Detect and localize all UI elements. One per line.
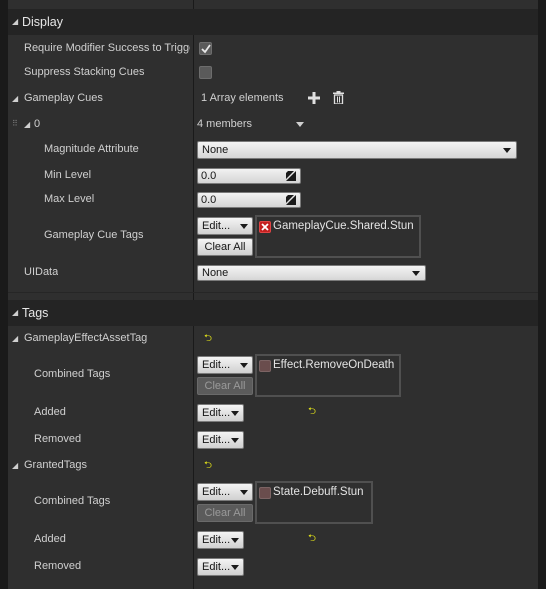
min-level-input[interactable]: 0.0: [197, 168, 301, 184]
gameplay-cues-label: Gameplay Cues: [24, 92, 103, 104]
expand-arrow-icon[interactable]: ◢: [24, 120, 30, 129]
edit-removed-button[interactable]: Edit...: [197, 558, 244, 576]
chevron-down-icon: [503, 148, 511, 153]
edit-added-button[interactable]: Edit...: [197, 404, 244, 422]
require-modifier-checkbox[interactable]: [199, 42, 212, 55]
chevron-down-icon: [231, 565, 239, 570]
reset-to-default-icon[interactable]: ⮌: [308, 407, 316, 417]
clear-tag-icon[interactable]: [259, 221, 271, 233]
uidata-combo[interactable]: None: [197, 265, 426, 281]
suppress-stacking-label: Suppress Stacking Cues: [24, 66, 145, 78]
checkmark-icon: [201, 44, 211, 54]
edit-tags-button[interactable]: Edit...: [197, 356, 253, 374]
edit-tags-button[interactable]: Edit...: [197, 483, 253, 501]
expand-arrow-icon[interactable]: ◢: [12, 334, 18, 343]
expand-arrow-icon[interactable]: ◢: [12, 461, 18, 470]
value-slider-icon[interactable]: [286, 195, 296, 205]
max-level-label: Max Level: [44, 193, 95, 205]
clear-all-button[interactable]: Clear All: [197, 504, 253, 522]
chevron-down-icon: [240, 490, 248, 495]
granted-tags-label: GrantedTags: [24, 459, 87, 471]
clear-tag-icon: [259, 487, 271, 499]
magnitude-attribute-label: Magnitude Attribute: [44, 143, 139, 155]
button-label: Clear All: [204, 380, 246, 392]
chevron-down-icon: [240, 224, 248, 229]
reset-to-default-icon[interactable]: ⮌: [308, 534, 316, 544]
expand-arrow-icon: ◢: [12, 308, 19, 317]
max-level-input[interactable]: 0.0: [197, 192, 301, 208]
combo-value: None: [202, 267, 229, 279]
gameplay-cue-tags-label: Gameplay Cue Tags: [44, 229, 144, 241]
button-label: Edit...: [202, 534, 231, 546]
tag-label: Effect.RemoveOnDeath: [273, 359, 395, 371]
expand-arrow-icon: ◢: [12, 17, 19, 26]
button-label: Edit...: [202, 434, 231, 446]
clear-all-button[interactable]: Clear All: [197, 238, 253, 256]
tag-label: State.Debuff.Stun: [273, 486, 364, 498]
removed-label: Removed: [34, 433, 82, 445]
suppress-stacking-checkbox[interactable]: [199, 66, 212, 79]
category-title: Display: [22, 15, 63, 29]
details-panel: ◢ Display Require Modifier Success to Tr…: [8, 0, 538, 589]
added-label: Added: [34, 406, 66, 418]
clear-tag-icon: [259, 360, 271, 372]
removed-label: Removed: [34, 560, 82, 572]
uidata-label: UIData: [24, 266, 59, 278]
column-divider[interactable]: [193, 0, 194, 589]
value-slider-icon[interactable]: [286, 171, 296, 181]
delete-trash-icon[interactable]: [333, 91, 344, 104]
button-label: Edit...: [202, 220, 231, 232]
category-header-tags[interactable]: ◢ Tags: [8, 300, 538, 326]
button-label: Clear All: [204, 241, 246, 253]
combo-value: None: [202, 144, 229, 156]
reset-to-default-icon[interactable]: ⮌: [204, 334, 212, 344]
array-count: 1 Array elements: [201, 92, 284, 104]
element-index-label: 0: [34, 118, 41, 130]
magnitude-attribute-combo[interactable]: None: [197, 141, 517, 159]
button-label: Edit...: [202, 486, 231, 498]
chevron-down-icon: [231, 438, 239, 443]
edit-removed-button[interactable]: Edit...: [197, 431, 244, 449]
number-value: 0.0: [201, 194, 217, 206]
asset-tag-label: GameplayEffectAssetTag: [24, 332, 148, 344]
combined-tags-label: Combined Tags: [34, 495, 111, 507]
chevron-down-icon: [240, 363, 248, 368]
category-title: Tags: [22, 306, 49, 320]
require-modifier-label: Require Modifier Success to Trigger Cues: [24, 42, 190, 54]
chevron-down-icon: [412, 271, 420, 276]
button-label: Edit...: [202, 359, 231, 371]
chevron-down-icon: [231, 538, 239, 543]
add-element-icon[interactable]: [308, 92, 320, 104]
reset-to-default-icon[interactable]: ⮌: [204, 461, 212, 471]
section-separator: [8, 292, 538, 293]
clear-all-button[interactable]: Clear All: [197, 377, 253, 395]
edit-added-button[interactable]: Edit...: [197, 531, 244, 549]
expand-arrow-icon[interactable]: ◢: [12, 94, 18, 103]
button-label: Edit...: [202, 561, 231, 573]
min-level-label: Min Level: [44, 169, 92, 181]
combined-tags-label: Combined Tags: [34, 368, 111, 380]
edit-tags-button[interactable]: Edit...: [197, 217, 253, 235]
number-value: 0.0: [201, 170, 217, 182]
drag-handle-icon[interactable]: ⠿: [12, 119, 18, 128]
chevron-down-icon: [231, 411, 239, 416]
category-header-display[interactable]: ◢ Display: [8, 9, 538, 35]
members-dropdown-icon[interactable]: [296, 122, 304, 127]
tag-label: GameplayCue.Shared.Stun: [273, 220, 414, 232]
button-label: Clear All: [204, 507, 246, 519]
added-label: Added: [34, 533, 66, 545]
button-label: Edit...: [202, 407, 231, 419]
members-count: 4 members: [197, 118, 253, 130]
